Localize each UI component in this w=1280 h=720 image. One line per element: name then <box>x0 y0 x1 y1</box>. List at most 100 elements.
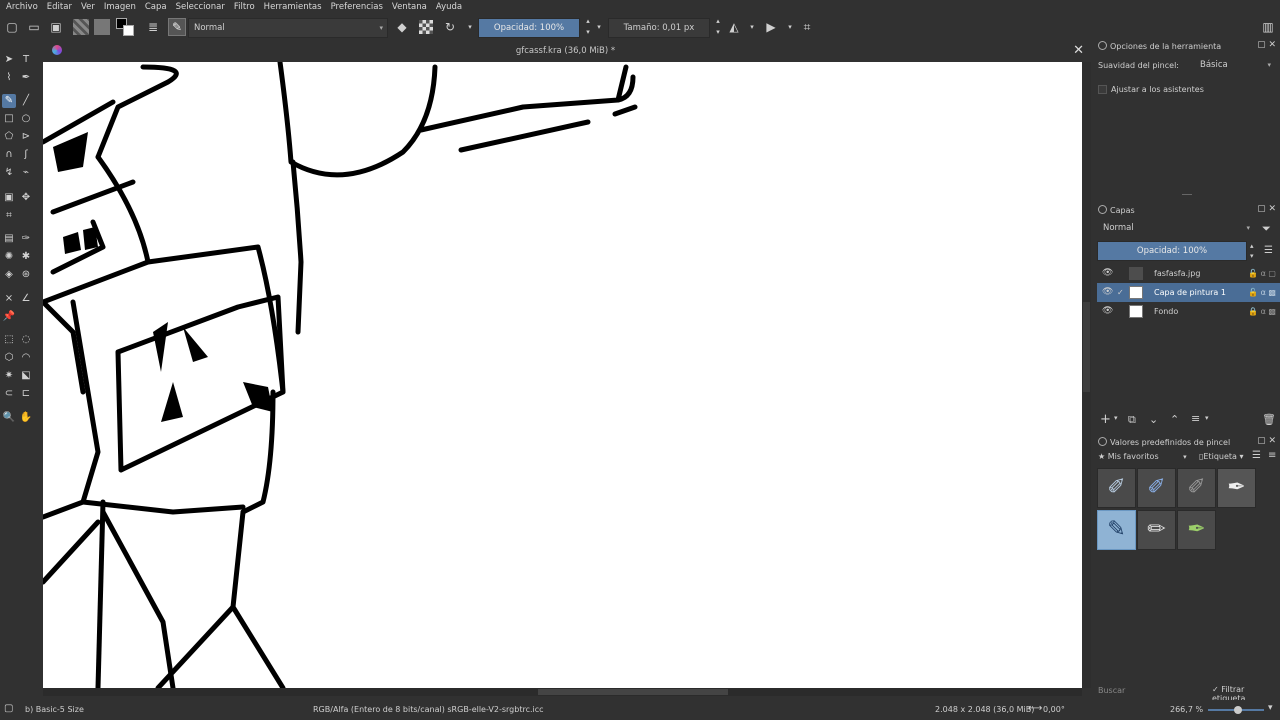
smart-patch-icon[interactable]: ✺ <box>2 250 16 264</box>
horizontal-scrollbar[interactable] <box>43 688 1082 696</box>
color-swatches-icon[interactable] <box>116 18 136 36</box>
polygon-select-icon[interactable]: ⬡ <box>2 351 16 365</box>
multibrush-icon[interactable]: ⌁ <box>19 166 33 180</box>
layers-panel-buttons[interactable]: ▢ ✕ <box>1257 204 1276 214</box>
zoom-tool-icon[interactable]: 🔍 <box>2 411 16 425</box>
new-document-icon[interactable]: ▢ <box>4 19 20 35</box>
text-tool-icon[interactable]: T <box>19 53 33 67</box>
polygon-tool-icon[interactable]: ⬠ <box>2 130 16 144</box>
mirror-vertical-icon[interactable]: ▶ <box>763 19 779 35</box>
preserve-alpha-icon[interactable] <box>419 20 433 34</box>
layer-properties-icons[interactable]: 🔓 α ▩ <box>1248 283 1276 302</box>
add-layer-icon[interactable]: + <box>1100 412 1111 427</box>
brush-preset-icon[interactable]: ✎ <box>168 18 186 36</box>
menu-capa[interactable]: Capa <box>145 0 167 14</box>
rectangle-tool-icon[interactable]: □ <box>2 112 16 126</box>
magnetic-select-icon[interactable]: ⊏ <box>19 387 33 401</box>
menu-editar[interactable]: Editar <box>47 0 72 14</box>
tool-options-panel-buttons[interactable]: ▢ ✕ <box>1257 40 1276 50</box>
move-layer-up-icon[interactable]: ⌃ <box>1170 413 1179 426</box>
layer-properties-icons[interactable]: 🔒 α ▩ <box>1248 302 1276 321</box>
layer-row[interactable]: 👁 ✓ Capa de pintura 1 🔓 α ▩ <box>1097 283 1280 302</box>
colorize-mask-icon[interactable]: ✱ <box>19 250 33 264</box>
add-layer-dropdown-icon[interactable]: ▾ <box>1114 414 1118 422</box>
rotation-icon[interactable]: ⟷ <box>1028 703 1042 714</box>
preset-search-input[interactable]: Buscar <box>1098 686 1125 695</box>
layer-blend-mode-select[interactable]: Normal ▾ <box>1097 220 1255 236</box>
opacity-slider[interactable]: Opacidad: 100% <box>478 18 580 38</box>
move-tool-icon[interactable]: ✥ <box>19 191 33 205</box>
gradient-tool-icon[interactable]: ▤ <box>2 232 16 246</box>
close-document-icon[interactable]: ✕ <box>1073 43 1084 58</box>
menu-ver[interactable]: Ver <box>81 0 95 14</box>
freehand-select-icon[interactable]: ◠ <box>19 351 33 365</box>
menu-herramientas[interactable]: Herramientas <box>264 0 322 14</box>
pan-tool-icon[interactable]: ✋ <box>19 411 33 425</box>
line-tool-icon[interactable]: ╱ <box>19 94 33 108</box>
panel-divider[interactable] <box>1092 194 1280 196</box>
layer-properties-icon[interactable]: ≡ <box>1191 412 1200 425</box>
ellipse-select-icon[interactable]: ◌ <box>19 333 33 347</box>
zoom-slider-handle[interactable] <box>1234 706 1242 714</box>
preset-eraser-soft[interactable]: ✐ <box>1137 468 1176 508</box>
open-document-icon[interactable]: ▭ <box>26 19 42 35</box>
vertical-scroll-thumb[interactable] <box>1083 302 1090 392</box>
zoom-slider[interactable] <box>1208 706 1264 714</box>
reload-preset-icon[interactable]: ↻ <box>442 19 458 35</box>
move-layer-down-icon[interactable]: ⌄ <box>1149 413 1158 426</box>
preset-airbrush[interactable]: ✒ <box>1217 468 1256 508</box>
pattern-selector-icon[interactable] <box>94 19 110 35</box>
eye-icon[interactable]: 👁 <box>1102 302 1113 321</box>
vertical-scrollbar[interactable] <box>1082 62 1091 688</box>
size-down-icon[interactable]: ▾ <box>710 27 726 37</box>
menu-archivo[interactable]: Archivo <box>6 0 38 14</box>
menu-ventana[interactable]: Ventana <box>392 0 427 14</box>
contiguous-select-icon[interactable]: ✷ <box>2 369 16 383</box>
layer-name[interactable]: fasfasfa.jpg <box>1154 264 1200 283</box>
zoom-dropdown-icon[interactable]: ▾ <box>1268 703 1273 713</box>
layer-properties-icons[interactable]: 🔓 α ▢ <box>1248 264 1276 283</box>
size-slider[interactable]: Tamaño: 0,01 px <box>608 18 710 38</box>
bezier-select-icon[interactable]: ⊂ <box>2 387 16 401</box>
dynamic-brush-icon[interactable]: ↯ <box>2 166 16 180</box>
snap-assistants-checkbox[interactable] <box>1098 85 1107 94</box>
menu-ayuda[interactable]: Ayuda <box>436 0 462 14</box>
freehand-path-icon[interactable]: ʃ <box>19 148 33 162</box>
size-up-icon[interactable]: ▴ <box>710 16 726 26</box>
color-picker-icon[interactable]: ✑ <box>19 232 33 246</box>
preset-basic-5-size[interactable]: ✎ <box>1097 510 1136 550</box>
enclose-fill-icon[interactable]: ⊛ <box>19 268 33 282</box>
delete-layer-icon[interactable]: 🗑 <box>1262 413 1276 426</box>
layer-opacity-stepper[interactable]: ▴ ▾ <box>1250 241 1254 261</box>
eye-icon[interactable]: 👁 <box>1102 264 1113 283</box>
freehand-brush-icon[interactable]: ✎ <box>2 94 16 108</box>
transform-tool-icon[interactable]: ▣ <box>2 191 16 205</box>
fill-tool-icon[interactable]: ◈ <box>2 268 16 282</box>
polyline-tool-icon[interactable]: ⊳ <box>19 130 33 144</box>
layer-menu-icon[interactable]: ☰ <box>1264 245 1273 256</box>
preset-eraser-circle[interactable]: ✐ <box>1097 468 1136 508</box>
mirror-dropdown-icon[interactable]: ▾ <box>744 19 760 35</box>
select-shapes-icon[interactable]: ➤ <box>2 53 16 67</box>
horizontal-scroll-thumb[interactable] <box>538 689 728 695</box>
layer-filter-icon[interactable]: ⏷ <box>1262 222 1271 236</box>
opacity-dropdown-icon[interactable]: ▾ <box>591 19 607 35</box>
brush-editor-icon[interactable]: ≣ <box>145 19 161 35</box>
save-icon[interactable]: ▣ <box>48 19 64 35</box>
layer-properties-dropdown-icon[interactable]: ▾ <box>1205 414 1209 422</box>
mirror-horizontal-icon[interactable]: ◭ <box>726 19 742 35</box>
crop-tool-icon[interactable]: ⌗ <box>2 209 16 223</box>
drawing-canvas[interactable] <box>43 62 1082 688</box>
layer-row[interactable]: 👁 fasfasfa.jpg 🔓 α ▢ <box>1097 264 1280 283</box>
duplicate-layer-icon[interactable]: ⧉ <box>1128 413 1136 427</box>
eraser-mode-icon[interactable]: ◆ <box>394 19 410 35</box>
reference-tool-icon[interactable]: 📌 <box>2 310 16 324</box>
preset-eraser-airbrush[interactable]: ✐ <box>1177 468 1216 508</box>
blend-mode-select[interactable]: Normal ▾ <box>188 18 388 38</box>
layer-opacity-slider[interactable]: Opacidad: 100% <box>1097 241 1247 261</box>
tag-selector[interactable]: ▯Etiqueta ▾ <box>1199 452 1244 461</box>
menu-preferencias[interactable]: Preferencias <box>331 0 383 14</box>
preset-list-view-icon[interactable]: ☰ <box>1252 450 1261 461</box>
edit-shapes-icon[interactable]: ⌇ <box>2 71 16 85</box>
ellipse-tool-icon[interactable]: ○ <box>19 112 33 126</box>
